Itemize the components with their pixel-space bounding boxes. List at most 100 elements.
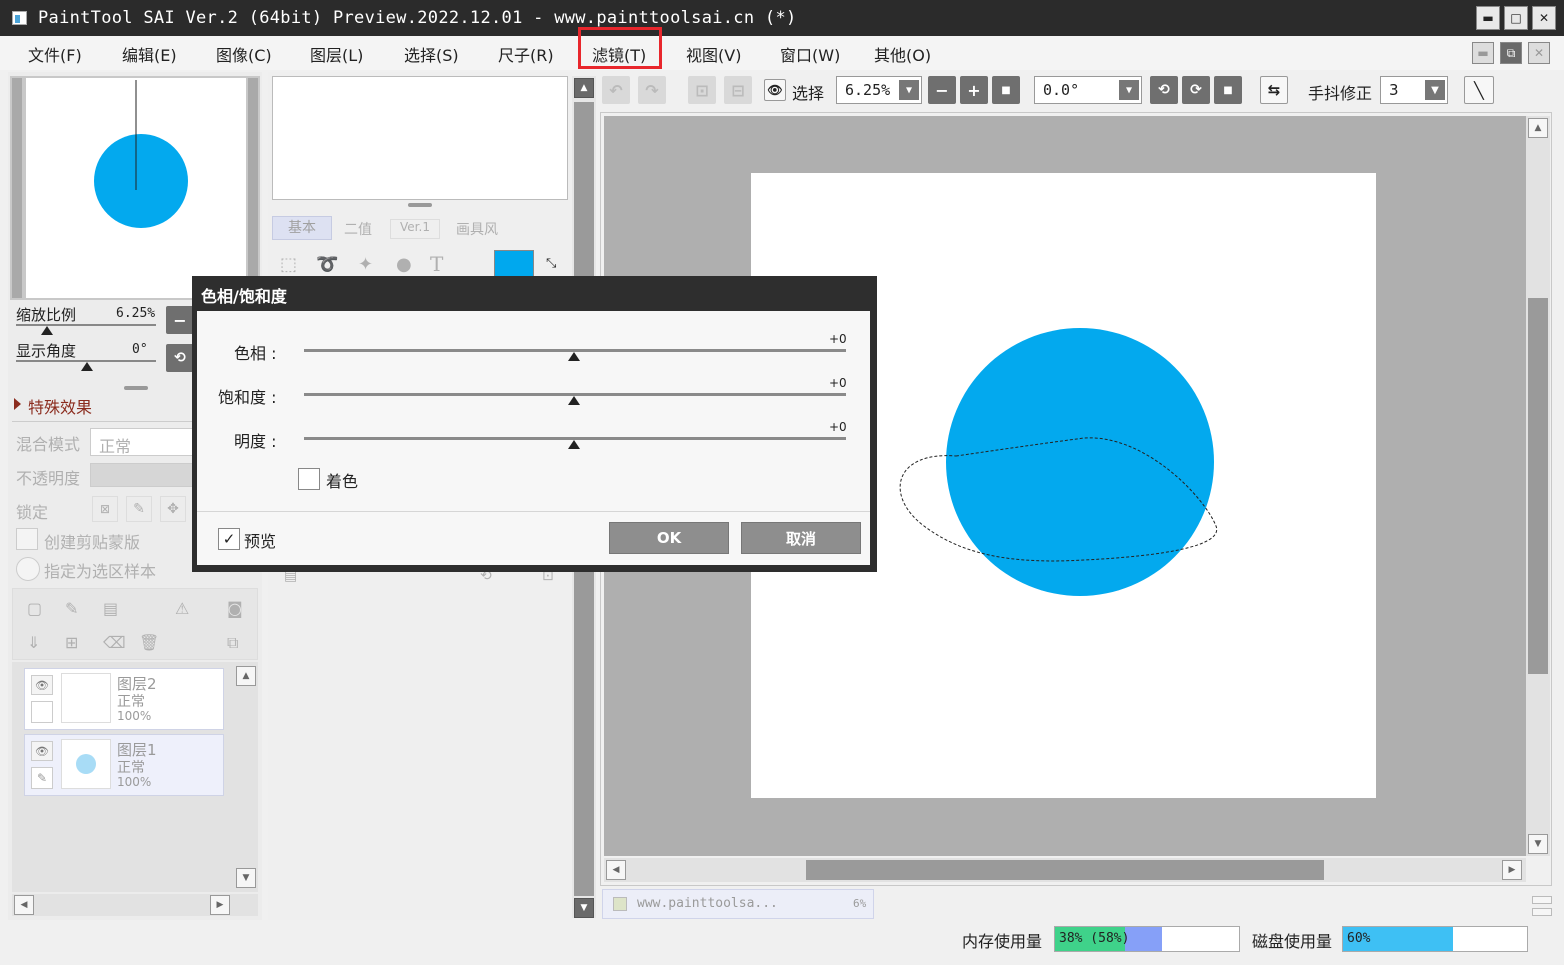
zoom-slider-thumb[interactable] xyxy=(41,326,53,335)
menu-window[interactable]: 窗口(W) xyxy=(780,42,840,66)
straight-line-icon[interactable]: ╲ xyxy=(1464,76,1494,104)
canvas-vscrollbar[interactable]: ▲ ▼ xyxy=(1526,116,1550,856)
lock-paint-icon[interactable]: ✎ xyxy=(126,496,152,522)
sample-radio[interactable] xyxy=(16,557,40,581)
flip-horizontal-icon[interactable]: ⇆ xyxy=(1260,76,1288,104)
zoom-reset-icon[interactable]: ■ xyxy=(992,76,1020,104)
mask-icon[interactable]: ◙ xyxy=(227,599,243,618)
effects-label[interactable]: 特殊效果 xyxy=(28,394,92,418)
deselect-icon[interactable]: ⊡ xyxy=(688,76,716,104)
rotate-right-icon[interactable]: ⟳ xyxy=(1182,76,1210,104)
document-tab[interactable]: www.painttoolsa... 6% xyxy=(602,889,874,919)
doc-restore-button[interactable]: ⧉ xyxy=(1500,42,1522,64)
text-tool-icon[interactable]: T xyxy=(430,252,443,276)
layer-item-2[interactable]: 👁 图层2 正常 100% xyxy=(24,668,224,730)
menu-other[interactable]: 其他(O) xyxy=(874,42,931,66)
zoom-slider-track[interactable] xyxy=(16,324,156,326)
canvas-vscroll-thumb[interactable] xyxy=(1528,298,1548,674)
hue-slider-thumb[interactable] xyxy=(568,352,580,361)
canvas-scroll-up-icon[interactable]: ▲ xyxy=(1528,118,1548,138)
magic-wand-icon[interactable]: ✦ xyxy=(358,254,373,275)
ok-button[interactable]: OK xyxy=(609,522,729,554)
color-splitter[interactable] xyxy=(408,203,432,207)
chevron-down-icon[interactable]: ▼ xyxy=(1425,80,1445,100)
effects-expander-icon[interactable] xyxy=(14,398,21,410)
swap-colors-icon[interactable]: ⤡ xyxy=(546,256,556,271)
lasso-icon[interactable]: ➰ xyxy=(316,254,338,275)
tool-tab-painter[interactable]: 画具风 xyxy=(456,219,498,239)
saturation-slider-thumb[interactable] xyxy=(568,396,580,405)
move-tool-icon[interactable]: ● xyxy=(396,254,412,275)
stabilizer-combo[interactable]: 3 ▼ xyxy=(1380,76,1448,104)
zoom-in-icon[interactable]: + xyxy=(960,76,988,104)
copy-layer-icon[interactable]: ⊞ xyxy=(65,633,78,652)
clip-checkbox[interactable] xyxy=(16,528,38,550)
menu-edit[interactable]: 编辑(E) xyxy=(122,42,177,66)
color-wheel-area[interactable] xyxy=(272,76,568,200)
invert-selection-icon[interactable]: ⊟ xyxy=(724,76,752,104)
canvas-hscroll-thumb[interactable] xyxy=(806,860,1324,880)
canvas-hscrollbar[interactable]: ◀ ▶ xyxy=(604,858,1526,882)
angle-combo[interactable]: 0.0° ▼ xyxy=(1034,76,1142,104)
canvas-scroll-right-icon[interactable]: ▶ xyxy=(1502,860,1522,880)
zoom-out-icon[interactable]: − xyxy=(928,76,956,104)
merge-down-icon[interactable]: ⇓ xyxy=(27,633,40,652)
menu-view[interactable]: 视图(V) xyxy=(686,42,741,66)
lock-move-icon[interactable]: ✥ xyxy=(160,496,186,522)
menu-file[interactable]: 文件(F) xyxy=(28,42,82,66)
menu-ruler[interactable]: 尺子(R) xyxy=(498,42,554,66)
canvas-scroll-left-icon[interactable]: ◀ xyxy=(606,860,626,880)
zoom-combo[interactable]: 6.25% ▼ xyxy=(836,76,922,104)
rotate-reset-button[interactable]: ⟲ xyxy=(166,344,194,372)
panel-scroll-down-icon[interactable]: ▼ xyxy=(574,898,594,918)
layer-item-1[interactable]: 👁 ✎ 图层1 正常 100% xyxy=(24,734,224,796)
navigator-scrollbar[interactable] xyxy=(248,78,258,298)
panel-splitter[interactable] xyxy=(124,386,148,390)
rotate-left-icon[interactable]: ⟲ xyxy=(1150,76,1178,104)
redo-icon[interactable]: ↷ xyxy=(638,76,666,104)
scroll-right-icon[interactable]: ▶ xyxy=(210,895,230,915)
layer-visibility-icon[interactable]: 👁 xyxy=(31,741,53,761)
canvas-scroll-down-icon[interactable]: ▼ xyxy=(1528,834,1548,854)
zoom-out-button[interactable]: − xyxy=(166,306,194,334)
close-button[interactable]: ✕ xyxy=(1532,6,1556,30)
menu-select[interactable]: 选择(S) xyxy=(404,42,459,66)
lock-transparency-icon[interactable]: ⊠ xyxy=(92,496,118,522)
doc-close-button[interactable]: ✕ xyxy=(1528,42,1550,64)
new-layer-icon[interactable]: ▢ xyxy=(27,599,42,618)
primary-color-swatch[interactable] xyxy=(494,250,534,278)
preview-checkbox[interactable]: ✓ xyxy=(218,528,240,550)
new-folder-icon[interactable]: ▤ xyxy=(103,599,118,618)
maximize-button[interactable]: □ xyxy=(1504,6,1528,30)
scroll-left-icon[interactable]: ◀ xyxy=(14,895,34,915)
navigator-scrollbar-left[interactable] xyxy=(12,78,22,298)
show-selection-icon[interactable]: 👁 xyxy=(764,79,786,101)
doc-minimize-button[interactable]: ▬ xyxy=(1472,42,1494,64)
clear-layer-icon[interactable]: ⌫ xyxy=(103,633,126,652)
rotate-reset-icon[interactable]: ■ xyxy=(1214,76,1242,104)
layer-options-icon[interactable]: ⧉ xyxy=(227,633,238,653)
lightness-slider-thumb[interactable] xyxy=(568,440,580,449)
layer-effect-icon[interactable]: ⚠ xyxy=(175,599,189,618)
layer-list-scrollbar[interactable]: ▲ ▼ xyxy=(234,662,258,892)
rect-select-icon[interactable]: ⬚ xyxy=(280,254,297,275)
undo-icon[interactable]: ↶ xyxy=(602,76,630,104)
tool-tab-basic[interactable]: 基本 xyxy=(272,216,332,240)
resize-grip[interactable] xyxy=(1530,894,1554,918)
menu-filter[interactable]: 滤镜(T) xyxy=(592,42,646,66)
new-linework-icon[interactable]: ✎ xyxy=(65,599,78,618)
scroll-down-icon[interactable]: ▼ xyxy=(236,868,256,888)
panel-scroll-up-icon[interactable]: ▲ xyxy=(574,78,594,98)
blend-mode-select[interactable]: 正常 xyxy=(90,428,194,456)
menu-layer[interactable]: 图层(L) xyxy=(310,42,363,66)
chevron-down-icon[interactable]: ▼ xyxy=(1119,80,1139,100)
chevron-down-icon[interactable]: ▼ xyxy=(899,80,919,100)
colorize-checkbox[interactable] xyxy=(298,468,320,490)
tool-tab-binary[interactable]: 二值 xyxy=(344,219,372,239)
layer-visibility-icon[interactable]: 👁 xyxy=(31,675,53,695)
angle-slider-thumb[interactable] xyxy=(81,362,93,371)
scroll-up-icon[interactable]: ▲ xyxy=(236,666,256,686)
layer-list-hscrollbar[interactable]: ◀ ▶ xyxy=(12,894,258,916)
layer-pen-icon[interactable]: ✎ xyxy=(31,767,53,789)
delete-layer-icon[interactable]: 🗑 xyxy=(139,633,159,652)
